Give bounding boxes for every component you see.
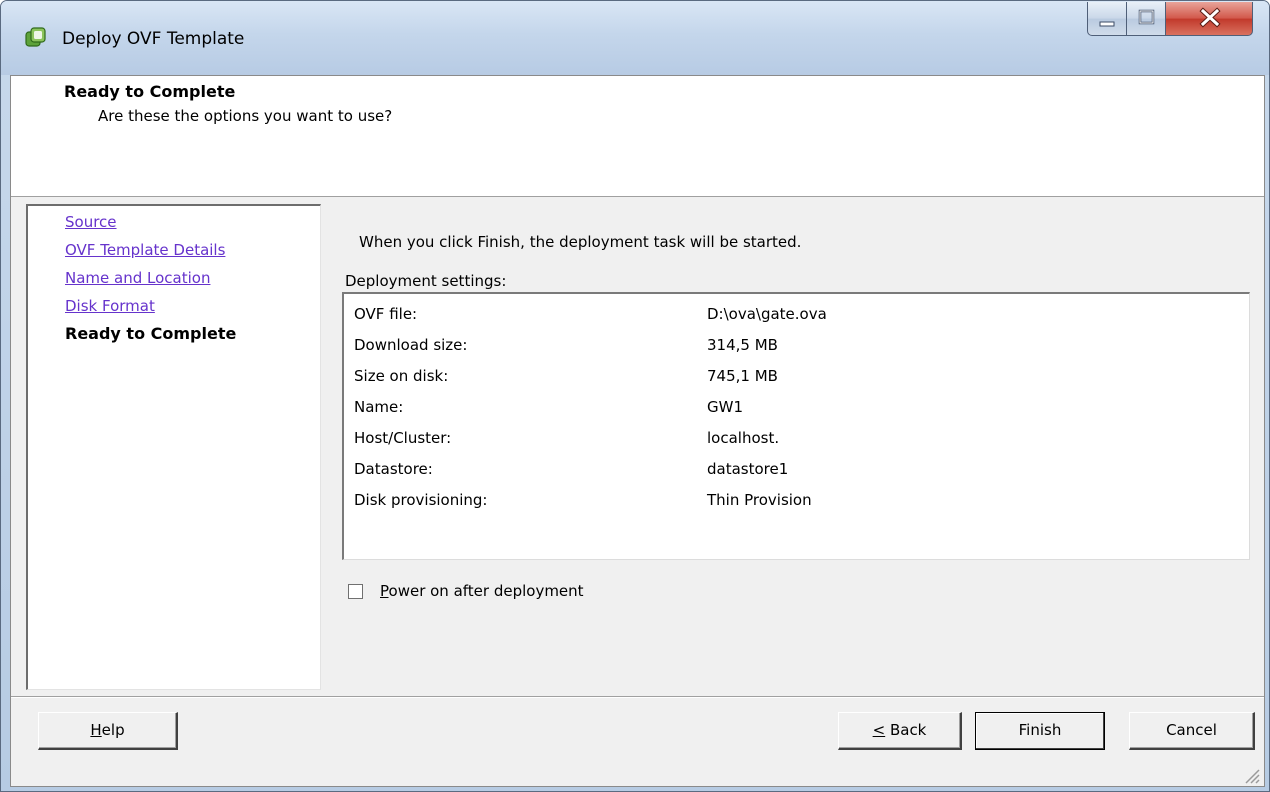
setting-value: 314,5 MB — [707, 336, 778, 354]
step-link-source[interactable]: Source — [65, 213, 117, 231]
minimize-button[interactable] — [1087, 2, 1127, 36]
title-bar[interactable]: Deploy OVF Template — [1, 1, 1269, 75]
setting-key: Name: — [354, 398, 404, 416]
setting-value: D:\ova\gate.ova — [707, 305, 827, 323]
vsphere-app-icon — [25, 27, 46, 47]
wizard-steps-pane: Source OVF Template Details Name and Loc… — [26, 204, 321, 690]
settings-row: Disk provisioning: Thin Provision — [354, 491, 1234, 513]
help-mnemonic: H — [90, 721, 102, 739]
step-current-ready-to-complete: Ready to Complete — [65, 324, 237, 343]
power-on-checkbox-label[interactable]: Power on after deployment — [380, 582, 584, 600]
dialog-window: Deploy OVF Template Ready to Complete Ar… — [0, 0, 1270, 792]
resize-grip-icon[interactable] — [1240, 764, 1260, 784]
cancel-button[interactable]: Cancel — [1129, 712, 1255, 750]
setting-key: Disk provisioning: — [354, 491, 488, 509]
back-button[interactable]: < Back — [838, 712, 962, 750]
help-button[interactable]: Help — [38, 712, 178, 750]
maximize-button[interactable] — [1126, 2, 1166, 36]
finish-button[interactable]: Finish — [975, 712, 1105, 750]
deployment-settings-label: Deployment settings: — [345, 272, 507, 290]
power-on-mnemonic: P — [380, 582, 389, 600]
setting-key: Size on disk: — [354, 367, 449, 385]
setting-key: Host/Cluster: — [354, 429, 452, 447]
settings-row: Host/Cluster: localhost. — [354, 429, 1234, 451]
step-link-ovf-template-details[interactable]: OVF Template Details — [65, 241, 225, 259]
setting-value: Thin Provision — [707, 491, 812, 509]
close-button[interactable] — [1165, 2, 1253, 36]
footer-divider — [11, 696, 1264, 698]
setting-value: datastore1 — [707, 460, 789, 478]
deployment-settings-list[interactable]: OVF file: D:\ova\gate.ova Download size:… — [342, 292, 1250, 560]
maximize-icon — [1138, 9, 1155, 25]
setting-key: Download size: — [354, 336, 468, 354]
help-label: elp — [101, 721, 125, 739]
setting-key: Datastore: — [354, 460, 433, 478]
settings-row: Download size: 314,5 MB — [354, 336, 1234, 358]
back-mnemonic: < — [872, 721, 886, 739]
wizard-header: Ready to Complete Are these the options … — [11, 76, 1264, 197]
close-icon — [1199, 7, 1221, 28]
power-on-checkbox[interactable] — [348, 584, 363, 599]
finish-info-text: When you click Finish, the deployment ta… — [359, 233, 802, 251]
page-subtitle: Are these the options you want to use? — [98, 107, 393, 125]
step-link-name-and-location[interactable]: Name and Location — [65, 269, 210, 287]
setting-value: GW1 — [707, 398, 743, 416]
settings-row: Name: GW1 — [354, 398, 1234, 420]
back-label: Back — [885, 721, 927, 739]
power-on-label-text: ower on after deployment — [388, 582, 584, 600]
dialog-body: Ready to Complete Are these the options … — [10, 75, 1265, 787]
page-title: Ready to Complete — [64, 82, 236, 101]
setting-value: 745,1 MB — [707, 367, 778, 385]
window-title: Deploy OVF Template — [62, 29, 245, 49]
minimize-icon — [1099, 21, 1115, 27]
settings-row: Datastore: datastore1 — [354, 460, 1234, 482]
settings-row: Size on disk: 745,1 MB — [354, 367, 1234, 389]
step-link-disk-format[interactable]: Disk Format — [65, 297, 155, 315]
setting-value: localhost. — [707, 429, 780, 447]
setting-key: OVF file: — [354, 305, 418, 323]
settings-row: OVF file: D:\ova\gate.ova — [354, 305, 1234, 327]
